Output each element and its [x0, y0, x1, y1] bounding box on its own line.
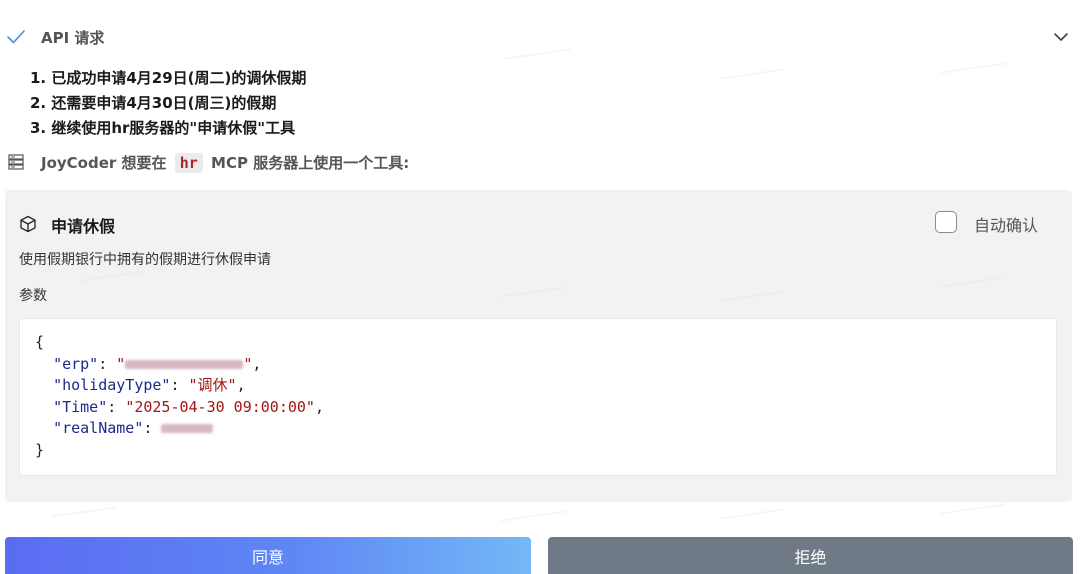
json-value: "2025-04-30 09:00:00" [125, 397, 315, 416]
json-key: "realName" [53, 419, 144, 437]
prompt-suffix: MCP 服务器上使用一个工具: [211, 154, 410, 172]
json-brace: } [35, 440, 45, 459]
watermark [720, 65, 786, 82]
watermark [720, 505, 786, 522]
watermark [500, 507, 566, 524]
params-label: 参数 [19, 288, 47, 304]
chevron-down-icon[interactable] [1052, 31, 1070, 43]
list-item: 2. 还需要申请4月30日(周三)的假期 [30, 94, 277, 112]
step-list: 1. 已成功申请4月29日(周二)的调休假期 2. 还需要申请4月30日(周三)… [30, 66, 306, 141]
tool-description: 使用假期银行中拥有的假期进行休假申请 [19, 252, 271, 268]
prompt-prefix: JoyCoder 想要在 [41, 154, 167, 172]
list-item: 3. 继续使用hr服务器的"申请休假"工具 [30, 119, 296, 137]
json-value: "调休" [188, 376, 237, 394]
mcp-prompt: JoyCoder 想要在 hr MCP 服务器上使用一个工具: [41, 152, 409, 173]
agree-button[interactable]: 同意 [5, 537, 531, 574]
api-request-title: API 请求 [41, 29, 105, 47]
server-icon [8, 154, 24, 170]
json-value: " " [116, 354, 253, 373]
auto-confirm-checkbox[interactable] [935, 211, 957, 233]
check-icon [7, 30, 25, 44]
reject-button[interactable]: 拒绝 [548, 537, 1073, 574]
watermark [940, 59, 1006, 76]
json-brace: { [35, 333, 45, 351]
tool-name: 申请休假 [51, 217, 116, 236]
watermark [940, 500, 1006, 517]
json-params: { "erp": " ", "holidayType": "调休", "Time"… [35, 333, 324, 459]
cube-icon [20, 215, 36, 233]
json-key: "erp" [53, 354, 99, 373]
server-tag: hr [174, 153, 203, 173]
watermark [505, 45, 571, 62]
auto-confirm-label[interactable]: 自动确认 [974, 212, 1038, 236]
redacted-value [161, 424, 214, 433]
json-key: "holidayType" [53, 376, 171, 394]
redacted-value [125, 359, 244, 369]
list-item: 1. 已成功申请4月29日(周二)的调休假期 [30, 69, 307, 87]
json-key: "Time" [53, 397, 108, 416]
watermark [50, 503, 116, 520]
